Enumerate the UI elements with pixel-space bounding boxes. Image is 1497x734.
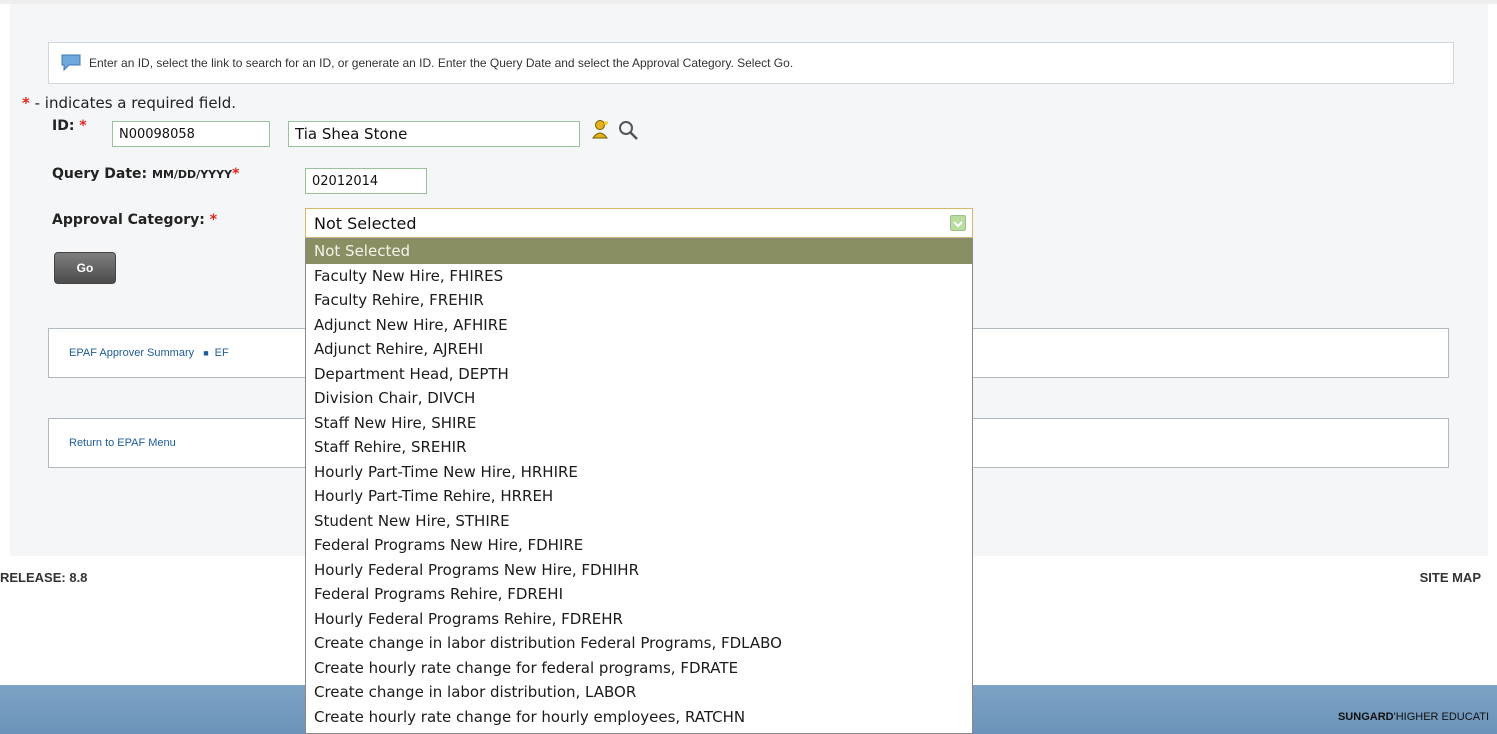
- dropdown-option[interactable]: Create hourly rate change for federal pr…: [306, 656, 972, 681]
- dropdown-option[interactable]: Hourly Part-Time New Hire, HRHIRE: [306, 460, 972, 485]
- approval-category-value: Not Selected: [314, 214, 417, 233]
- id-input[interactable]: [112, 121, 270, 147]
- dropdown-option[interactable]: Adjunct Rehire, AJREHI: [306, 337, 972, 362]
- id-label: ID: *: [52, 118, 87, 134]
- instruction-box: Enter an ID, select the link to search f…: [48, 42, 1454, 84]
- partial-link[interactable]: EF: [215, 347, 229, 359]
- dropdown-option[interactable]: Not Selected: [306, 239, 972, 264]
- query-date-label: Query Date: MM/DD/YYYY*: [52, 166, 240, 182]
- info-comment-icon: [61, 54, 81, 72]
- dropdown-option[interactable]: Faculty New Hire, FHIRES: [306, 264, 972, 289]
- approval-category-select[interactable]: Not Selected: [305, 208, 973, 238]
- approver-summary-link[interactable]: EPAF Approver Summary: [69, 347, 194, 359]
- dropdown-option[interactable]: Faculty Rehire, FREHIR: [306, 288, 972, 313]
- go-button[interactable]: Go: [54, 252, 116, 284]
- dropdown-option[interactable]: Create hourly rate change for hourly emp…: [306, 705, 972, 730]
- required-field-note: * - indicates a required field.: [22, 94, 237, 112]
- name-display-field[interactable]: [288, 121, 580, 147]
- dropdown-option[interactable]: Hourly Federal Programs New Hire, FDHIHR: [306, 558, 972, 583]
- dropdown-option[interactable]: Create change in labor distribution Fede…: [306, 631, 972, 656]
- query-date-input[interactable]: [305, 168, 427, 194]
- person-icon[interactable]: [591, 119, 609, 139]
- dropdown-option[interactable]: Student New Hire, STHIRE: [306, 509, 972, 534]
- dropdown-option[interactable]: Adjunct New Hire, AFHIRE: [306, 313, 972, 338]
- dropdown-option[interactable]: Department Head, DEPTH: [306, 362, 972, 387]
- release-label: RELEASE: 8.8: [0, 570, 88, 585]
- site-map-link[interactable]: SITE MAP: [1420, 570, 1481, 585]
- dropdown-option[interactable]: Hourly Part-Time Rehire, HRREH: [306, 484, 972, 509]
- dropdown-option[interactable]: Division Chair, DIVCH: [306, 386, 972, 411]
- search-icon[interactable]: [617, 119, 639, 141]
- dropdown-option[interactable]: Federal Programs New Hire, FDHIRE: [306, 533, 972, 558]
- dropdown-option[interactable]: Create change in labor distribution, LAB…: [306, 680, 972, 705]
- approval-category-label: Approval Category: *: [52, 212, 218, 228]
- brand-logo-text: SUNGARD'HIGHER EDUCATI: [1337, 711, 1489, 723]
- dropdown-option[interactable]: Staff Rehire, SREHIR: [306, 435, 972, 460]
- dropdown-arrow-icon[interactable]: [950, 215, 966, 231]
- dropdown-option[interactable]: Federal Programs Rehire, FDREHI: [306, 582, 972, 607]
- return-to-epaf-menu-link[interactable]: Return to EPAF Menu: [69, 437, 176, 449]
- link-separator: ■: [203, 348, 209, 358]
- instruction-text: Enter an ID, select the link to search f…: [89, 56, 794, 70]
- approval-category-dropdown-list[interactable]: Not Selected Faculty New Hire, FHIRES Fa…: [305, 238, 973, 734]
- dropdown-option[interactable]: Hourly Federal Programs Rehire, FDREHR: [306, 607, 972, 632]
- dropdown-option[interactable]: Staff New Hire, SHIRE: [306, 411, 972, 436]
